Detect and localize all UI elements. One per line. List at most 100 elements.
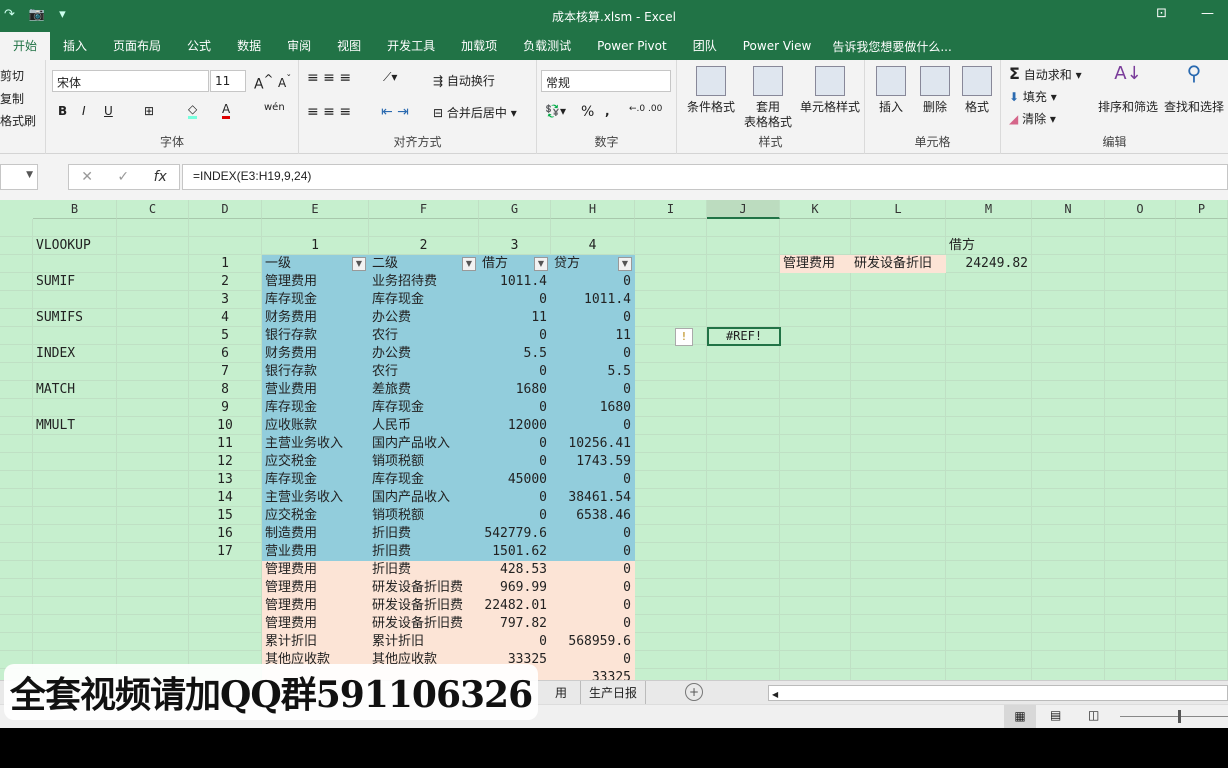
- table-cell[interactable]: 0: [551, 417, 635, 435]
- cell[interactable]: [33, 219, 117, 237]
- cell[interactable]: [33, 435, 117, 453]
- tab-12[interactable]: Power View: [730, 32, 825, 60]
- cell[interactable]: [33, 579, 117, 597]
- table-cell[interactable]: 0: [551, 471, 635, 489]
- cell[interactable]: [117, 471, 189, 489]
- cell[interactable]: [780, 489, 851, 507]
- index-header[interactable]: 4: [551, 237, 635, 255]
- table-cell[interactable]: 管理费用: [262, 561, 369, 579]
- cell[interactable]: [707, 381, 780, 399]
- lookup-subcategory[interactable]: 研发设备折旧: [851, 255, 946, 273]
- scroll-left-icon[interactable]: ◀: [769, 690, 778, 699]
- cell[interactable]: [851, 381, 946, 399]
- cell[interactable]: [780, 597, 851, 615]
- cell[interactable]: [117, 633, 189, 651]
- row-number[interactable]: 12: [189, 453, 262, 471]
- cell[interactable]: [189, 237, 262, 255]
- zoom-slider-thumb[interactable]: [1178, 710, 1181, 723]
- table-cell[interactable]: 主营业务收入: [262, 489, 369, 507]
- table-cell[interactable]: 22482.01: [479, 597, 551, 615]
- index-header[interactable]: 2: [369, 237, 479, 255]
- column-header-G[interactable]: G: [479, 200, 551, 219]
- cell[interactable]: [635, 255, 707, 273]
- row-number[interactable]: 5: [189, 327, 262, 345]
- table-cell[interactable]: 1011.4: [551, 291, 635, 309]
- cell[interactable]: [851, 345, 946, 363]
- cell[interactable]: [946, 507, 1032, 525]
- cell[interactable]: [780, 579, 851, 597]
- cell[interactable]: [707, 345, 780, 363]
- cell[interactable]: [1032, 345, 1105, 363]
- cell[interactable]: [707, 579, 780, 597]
- cell[interactable]: [1032, 453, 1105, 471]
- cell[interactable]: [117, 255, 189, 273]
- cell[interactable]: [1176, 219, 1228, 237]
- cell[interactable]: [780, 273, 851, 291]
- cell[interactable]: [33, 561, 117, 579]
- cell[interactable]: [707, 561, 780, 579]
- cell[interactable]: [1105, 399, 1176, 417]
- table-cell[interactable]: 969.99: [479, 579, 551, 597]
- cell[interactable]: [946, 561, 1032, 579]
- table-cell[interactable]: 折旧费: [369, 525, 479, 543]
- cell[interactable]: [946, 453, 1032, 471]
- cell[interactable]: [479, 219, 551, 237]
- tab-3[interactable]: 公式: [174, 32, 224, 60]
- cell[interactable]: [635, 417, 707, 435]
- cell[interactable]: [635, 633, 707, 651]
- table-cell[interactable]: 0: [479, 291, 551, 309]
- table-cell[interactable]: 业务招待费: [369, 273, 479, 291]
- cell[interactable]: [1105, 381, 1176, 399]
- cell[interactable]: [1032, 237, 1105, 255]
- cell[interactable]: [1176, 507, 1228, 525]
- cell[interactable]: [780, 633, 851, 651]
- cell[interactable]: [635, 561, 707, 579]
- cell[interactable]: [707, 525, 780, 543]
- cell[interactable]: [851, 615, 946, 633]
- table-cell[interactable]: 主营业务收入: [262, 435, 369, 453]
- cell[interactable]: [851, 489, 946, 507]
- format-cells-button[interactable]: 格式: [957, 66, 997, 115]
- table-cell[interactable]: 0: [551, 615, 635, 633]
- cell[interactable]: [946, 471, 1032, 489]
- cell[interactable]: [1105, 561, 1176, 579]
- table-cell[interactable]: 5.5: [479, 345, 551, 363]
- cell[interactable]: [851, 579, 946, 597]
- cell[interactable]: [1032, 615, 1105, 633]
- cell[interactable]: [117, 237, 189, 255]
- cell[interactable]: [1032, 597, 1105, 615]
- formula-input[interactable]: =INDEX(E3:H19,9,24): [182, 164, 1228, 190]
- table-cell[interactable]: 研发设备折旧费: [369, 615, 479, 633]
- column-header-O[interactable]: O: [1105, 200, 1176, 219]
- indent-icon[interactable]: ⇤ ⇥: [381, 104, 409, 120]
- table-cell[interactable]: 0: [479, 399, 551, 417]
- column-header-C[interactable]: C: [117, 200, 189, 219]
- worksheet-grid[interactable]: B C D E F G H I J K L M N O P VLOOKUP SUMIF SUMIFS INDEX MA…: [0, 200, 1228, 680]
- cell[interactable]: [1176, 255, 1228, 273]
- cell[interactable]: [1105, 651, 1176, 669]
- cell[interactable]: [635, 669, 707, 680]
- cell[interactable]: [707, 309, 780, 327]
- cell[interactable]: [851, 633, 946, 651]
- cell[interactable]: [1105, 579, 1176, 597]
- cell[interactable]: [707, 507, 780, 525]
- cell[interactable]: [851, 561, 946, 579]
- cell[interactable]: [0, 435, 33, 453]
- cell[interactable]: [635, 525, 707, 543]
- cell[interactable]: [946, 219, 1032, 237]
- cell[interactable]: [117, 489, 189, 507]
- cell[interactable]: [707, 363, 780, 381]
- cell[interactable]: [1105, 507, 1176, 525]
- filter-dropdown-icon[interactable]: ▼: [462, 257, 476, 271]
- cell[interactable]: [1105, 417, 1176, 435]
- cell[interactable]: [1032, 381, 1105, 399]
- row-number[interactable]: 15: [189, 507, 262, 525]
- align-top-icon[interactable]: ≡ ≡ ≡: [307, 70, 351, 86]
- cell[interactable]: [1032, 291, 1105, 309]
- cell[interactable]: [635, 507, 707, 525]
- column-header-J[interactable]: J: [707, 200, 780, 219]
- cell[interactable]: [851, 237, 946, 255]
- table-cell[interactable]: 办公费: [369, 345, 479, 363]
- table-cell[interactable]: 6538.46: [551, 507, 635, 525]
- cell[interactable]: [635, 237, 707, 255]
